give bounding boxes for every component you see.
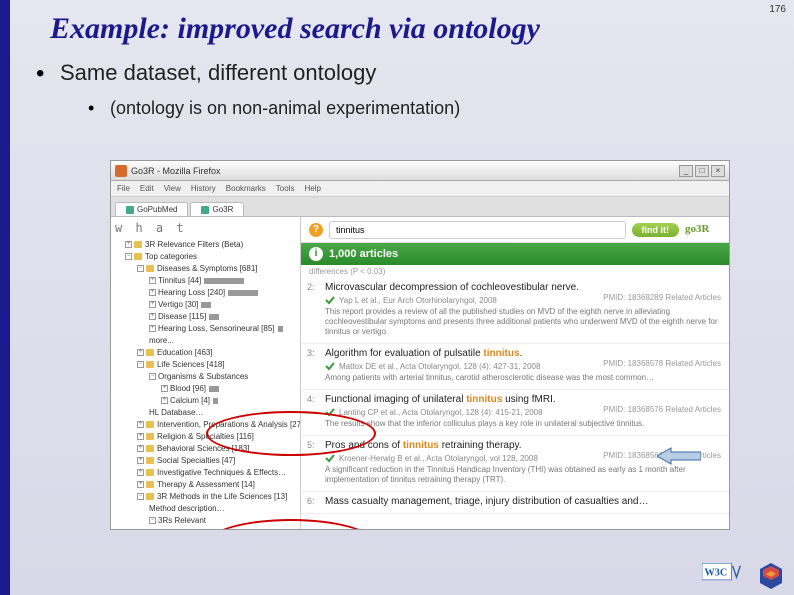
tree-item[interactable]: −Organisms & Substances	[115, 371, 296, 383]
find-it-button[interactable]: find it!	[632, 223, 680, 237]
menu-help[interactable]: Help	[304, 184, 320, 193]
result-number: 6:	[307, 496, 315, 506]
question-icon: ?	[309, 223, 323, 237]
bullet-level-2: (ontology is on non-animal experimentati…	[10, 92, 794, 131]
tree-item[interactable]: +Hearing Loss [240]	[115, 287, 296, 299]
browser-screenshot: Go3R - Mozilla Firefox _ □ × File Edit V…	[110, 160, 730, 530]
check-icon	[325, 295, 335, 305]
result-meta: Kroener-Herwig B et al., Acta Otolaryngo…	[325, 453, 603, 463]
tab-label: GoPubMed	[137, 205, 177, 214]
result-snippet: The results show that the inferior colli…	[325, 419, 721, 429]
firefox-icon	[115, 165, 127, 177]
check-icon	[325, 361, 335, 371]
check-icon	[325, 453, 335, 463]
tree-item[interactable]: +Disease [115]	[115, 311, 296, 323]
tree-item[interactable]: +Intervention, Preparations & Analysis […	[115, 419, 296, 431]
tree-item[interactable]: +Religion & Specialties [116]	[115, 431, 296, 443]
category-tree: +3R Relevance Filters (Beta) −Top catego…	[115, 239, 296, 529]
result-title: Mass casualty management, triage, injury…	[325, 496, 721, 507]
result-title: Functional imaging of unilateral tinnitu…	[325, 394, 721, 405]
tree-item[interactable]: −Top categories	[115, 251, 296, 263]
tree-item[interactable]: HL Database…	[115, 407, 296, 419]
tree-item[interactable]: +Tinnitus [44]	[115, 275, 296, 287]
result-number: 4:	[307, 394, 315, 404]
result-number: 3:	[307, 348, 315, 358]
result-meta: Mattox DE et al., Acta Otolaryngol, 128 …	[325, 361, 603, 371]
result-snippet: Among patients with arterial tinnitus, c…	[325, 373, 721, 383]
window-controls: _ □ ×	[679, 165, 725, 177]
menu-file[interactable]: File	[117, 184, 130, 193]
menu-tools[interactable]: Tools	[276, 184, 295, 193]
tab-go3r[interactable]: Go3R	[190, 202, 244, 216]
results-count: 1,000 articles	[329, 248, 398, 260]
check-icon	[325, 407, 335, 417]
result-title: Microvascular decompression of cochleove…	[325, 282, 721, 293]
tabbar: GoPubMed Go3R	[111, 197, 729, 217]
w3c-logo: W3C	[702, 563, 748, 589]
sidebar: w h a t +3R Relevance Filters (Beta) −To…	[111, 217, 301, 529]
window-title: Go3R - Mozilla Firefox	[131, 166, 221, 176]
tree-item[interactable]: Method description…	[115, 503, 296, 515]
maximize-icon[interactable]: □	[695, 165, 709, 177]
result-meta: Lanting CP et al., Acta Otolaryngol, 128…	[325, 407, 603, 417]
tree-item[interactable]: −3R Methods in the Life Sciences [13]	[115, 491, 296, 503]
result-meta: Yap L et al., Eur Arch Otorhinolaryngol,…	[325, 295, 603, 305]
semantic-web-logo	[758, 563, 784, 589]
tree-item[interactable]: +3R Relevance Filters (Beta)	[115, 239, 296, 251]
pmid: PMID: 18368578 Related Articles	[603, 359, 721, 368]
tab-icon	[126, 206, 134, 214]
tree-item[interactable]: +Social Specialties [47]	[115, 455, 296, 467]
tree-item[interactable]: +Investigative Techniques & Effects…	[115, 467, 296, 479]
main-panel: ? find it! go3R i 1,000 articles differe…	[301, 217, 729, 529]
tab-label: Go3R	[212, 205, 233, 214]
tree-item[interactable]: +In Vitro Experimental Design [23]	[115, 527, 296, 529]
footer-logos: W3C	[702, 563, 784, 589]
close-icon[interactable]: ×	[711, 165, 725, 177]
pmid: PMID: 18369289 Related Articles	[603, 293, 721, 302]
filter-note: differences (P < 0.03)	[301, 265, 729, 278]
tree-item[interactable]: +Behavioral Sciences [183]	[115, 443, 296, 455]
result-item[interactable]: 4: Functional imaging of unilateral tinn…	[301, 390, 729, 436]
pmid: PMID: 18368576 Related Articles	[603, 405, 721, 414]
tree-item[interactable]: +Hearing Loss, Sensorineural [85]	[115, 323, 296, 335]
tree-item[interactable]: −Diseases & Symptoms [681]	[115, 263, 296, 275]
tree-more[interactable]: more...	[115, 335, 296, 347]
menubar: File Edit View History Bookmarks Tools H…	[111, 181, 729, 197]
result-item[interactable]: 6: Mass casualty management, triage, inj…	[301, 492, 729, 514]
tab-gopubmed[interactable]: GoPubMed	[115, 202, 188, 216]
result-title: Algorithm for evaluation of pulsatile ti…	[325, 348, 721, 359]
menu-view[interactable]: View	[164, 184, 181, 193]
result-number: 2:	[307, 282, 315, 292]
tree-item[interactable]: −3Rs Relevant	[115, 515, 296, 527]
tree-item[interactable]: +Calcium [4]	[115, 395, 296, 407]
page-number: 176	[769, 4, 786, 15]
tree-item[interactable]: +Education [463]	[115, 347, 296, 359]
result-snippet: A significant reduction in the Tinnitus …	[325, 465, 721, 485]
tree-item[interactable]: +Vertigo [30]	[115, 299, 296, 311]
menu-history[interactable]: History	[191, 184, 216, 193]
tree-item[interactable]: −Life Sciences [418]	[115, 359, 296, 371]
result-snippet: This report provides a review of all the…	[325, 307, 721, 337]
sidebar-heading: w h a t	[115, 221, 296, 235]
tree-item[interactable]: +Blood [96]	[115, 383, 296, 395]
tab-icon	[201, 206, 209, 214]
searchbar: ? find it! go3R	[301, 217, 729, 243]
go3r-logo: go3R	[685, 223, 721, 237]
minimize-icon[interactable]: _	[679, 165, 693, 177]
menu-edit[interactable]: Edit	[140, 184, 154, 193]
result-item[interactable]: 2: Microvascular decompression of cochle…	[301, 278, 729, 344]
result-number: 5:	[307, 440, 315, 450]
annotation-arrow	[657, 446, 701, 466]
slide-title: Example: improved search via ontology	[10, 0, 794, 54]
tree-item[interactable]: +Therapy & Assessment [14]	[115, 479, 296, 491]
window-titlebar: Go3R - Mozilla Firefox _ □ ×	[111, 161, 729, 181]
search-input[interactable]	[329, 221, 626, 239]
results-header: i 1,000 articles	[301, 243, 729, 265]
menu-bookmarks[interactable]: Bookmarks	[226, 184, 266, 193]
svg-text:W3C: W3C	[705, 567, 728, 578]
bullet-level-1: Same dataset, different ontology	[10, 54, 794, 92]
info-icon: i	[309, 247, 323, 261]
result-item[interactable]: 3: Algorithm for evaluation of pulsatile…	[301, 344, 729, 390]
